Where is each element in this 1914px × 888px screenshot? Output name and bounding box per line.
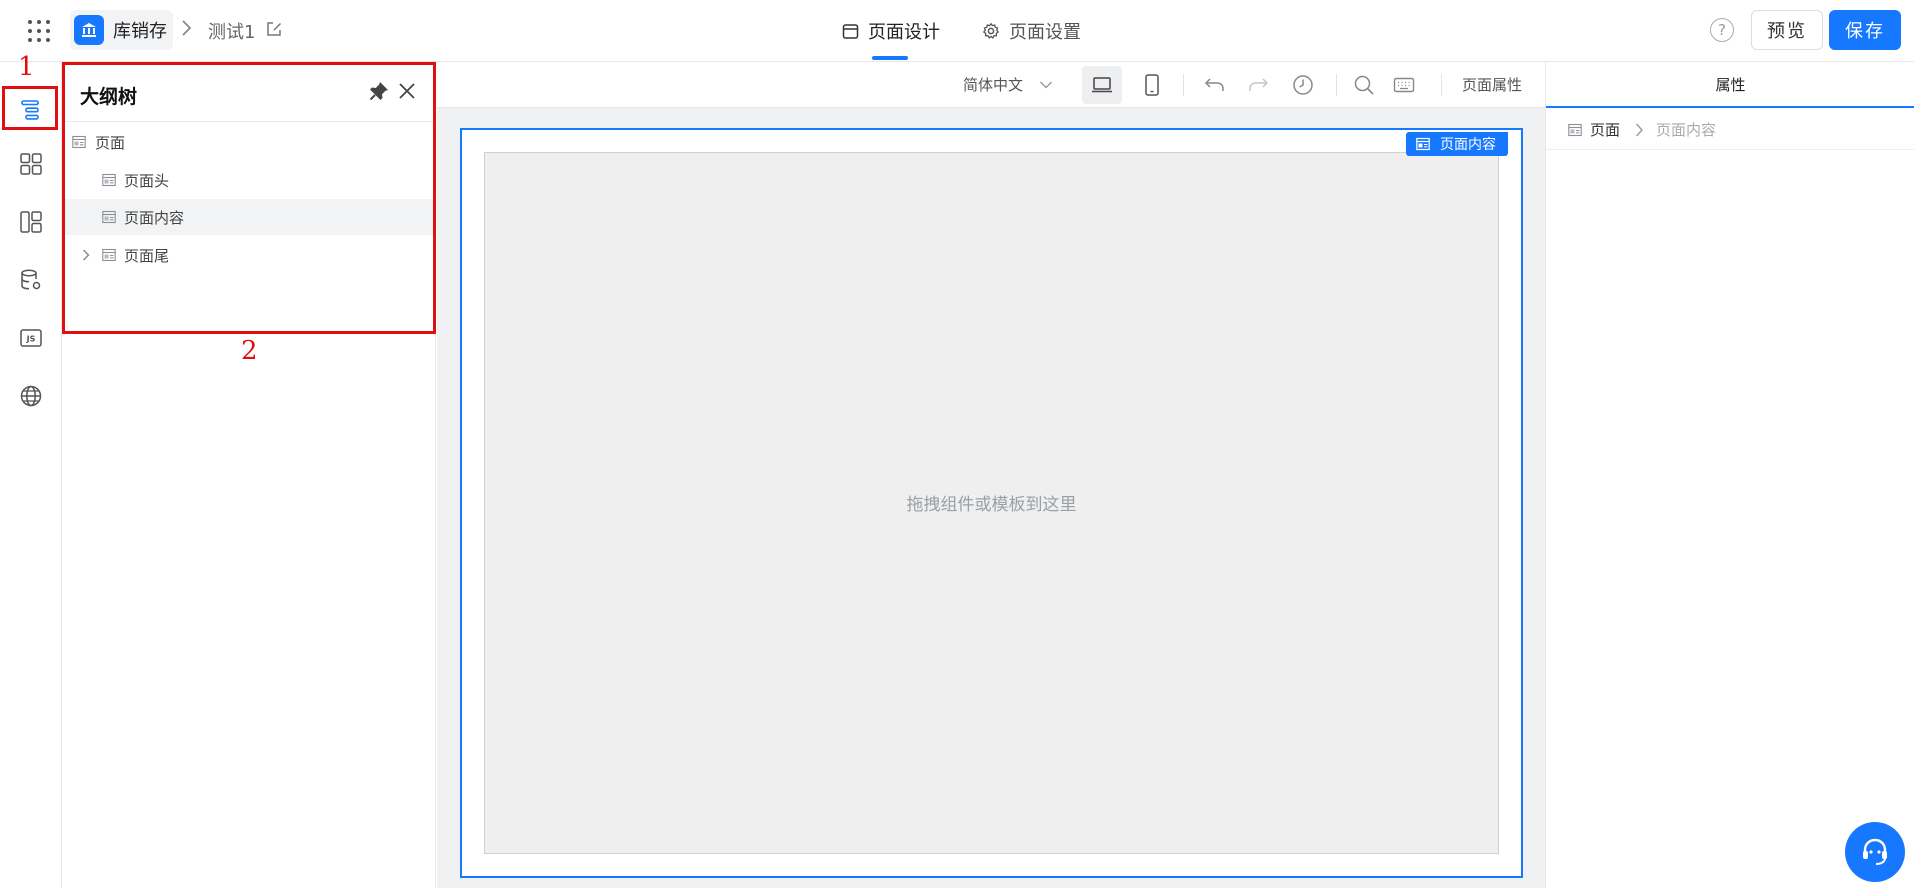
search-icon — [1353, 74, 1375, 96]
chevron-right-icon — [180, 19, 192, 41]
app-switcher[interactable]: 库销存 — [70, 10, 173, 50]
globe-icon[interactable] — [17, 382, 45, 410]
toolbar-divider — [1336, 74, 1337, 96]
apps-grid-icon[interactable] — [28, 20, 50, 42]
headset-icon — [1858, 835, 1892, 869]
page-properties-button[interactable]: 页面属性 — [1462, 74, 1522, 95]
chevron-right-icon — [1634, 122, 1644, 138]
properties-panel: 属性 页面 页面内容 — [1545, 62, 1914, 888]
active-tab-indicator — [872, 56, 908, 60]
annotation-box-1 — [2, 86, 58, 130]
redo-button[interactable] — [1238, 66, 1278, 104]
tab-page-settings[interactable]: 页面设置 — [982, 16, 1081, 46]
tab-properties[interactable]: 属性 — [1546, 62, 1914, 108]
app-name: 库销存 — [113, 21, 167, 42]
js-code-icon[interactable]: JS — [17, 324, 45, 352]
shortcuts-button[interactable] — [1384, 66, 1424, 104]
phone-icon — [1144, 74, 1160, 96]
desktop-view-button[interactable] — [1082, 66, 1122, 104]
undo-button[interactable] — [1195, 66, 1235, 104]
tab-page-design[interactable]: 页面设计 — [842, 16, 940, 46]
selected-component-label: 页面内容 — [1440, 137, 1496, 153]
database-settings-icon[interactable] — [17, 266, 45, 294]
clock-icon — [1292, 74, 1314, 96]
edit-icon[interactable] — [265, 20, 283, 42]
undo-icon — [1204, 76, 1226, 94]
chevron-down-icon — [1039, 80, 1053, 90]
annotation-box-2 — [62, 62, 436, 334]
components-grid-icon[interactable] — [17, 150, 45, 178]
properties-breadcrumb: 页面 页面内容 — [1546, 110, 1914, 150]
breadcrumb-page-content: 页面内容 — [1656, 121, 1717, 139]
keyboard-icon — [1393, 76, 1415, 94]
language-value: 简体中文 — [963, 76, 1024, 94]
customer-support-button[interactable] — [1845, 822, 1905, 882]
preview-button[interactable]: 预览 — [1751, 10, 1823, 50]
layout-template-icon[interactable] — [17, 208, 45, 236]
redo-icon — [1247, 76, 1269, 94]
page-name: 测试1 — [208, 22, 256, 43]
bank-icon — [74, 15, 104, 45]
laptop-icon — [1091, 76, 1113, 94]
left-rail: JS — [0, 62, 62, 888]
svg-text:JS: JS — [26, 335, 36, 344]
drop-hint: 拖拽组件或模板到这里 — [906, 495, 1077, 515]
toolbar-divider — [1441, 74, 1442, 96]
mobile-view-button[interactable] — [1132, 66, 1172, 104]
annotation-label-2: 2 — [241, 336, 258, 366]
top-bar: 库销存 测试1 页面设计 页面设置 ? 预览 保存 — [0, 0, 1914, 62]
search-button[interactable] — [1344, 66, 1384, 104]
browser-window-icon — [842, 23, 859, 40]
tab-page-settings-label: 页面设置 — [1009, 22, 1081, 43]
page-node-icon — [1568, 123, 1582, 137]
help-icon[interactable]: ? — [1710, 18, 1734, 42]
save-button[interactable]: 保存 — [1829, 10, 1901, 50]
tab-page-design-label: 页面设计 — [868, 22, 940, 43]
history-button[interactable] — [1283, 66, 1323, 104]
breadcrumb-page[interactable]: 页面 — [1590, 119, 1620, 140]
page-node-icon — [1416, 137, 1430, 151]
language-select[interactable]: 简体中文 — [963, 74, 1053, 95]
toolbar-divider — [1183, 74, 1184, 96]
gear-icon — [982, 22, 1000, 40]
annotation-label-1: 1 — [18, 52, 35, 82]
selected-component-tag[interactable]: 页面内容 — [1406, 132, 1508, 156]
